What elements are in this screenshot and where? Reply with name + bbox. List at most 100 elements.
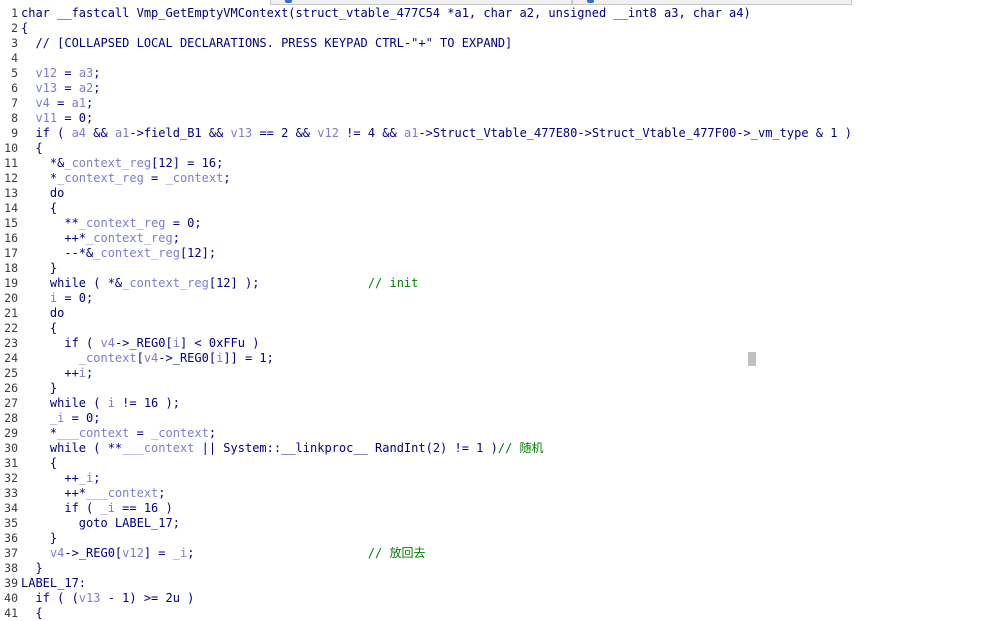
code-line[interactable]: 2{	[0, 21, 997, 36]
code-line[interactable]: 28 _i = 0;	[0, 411, 997, 426]
code-line[interactable]: 34 if ( _i == 16 )	[0, 501, 997, 516]
code-line[interactable]: 24 _context[v4->_REG0[i]] = 1;	[0, 351, 997, 366]
code-text: _context[v4->_REG0[i]] = 1;	[21, 351, 274, 366]
code-line[interactable]: 40 if ( (v13 - 1) >= 2u )	[0, 591, 997, 606]
code-token: LABEL_17:	[21, 576, 87, 590]
code-line[interactable]: 15 **_context_reg = 0;	[0, 216, 997, 231]
code-text: --*&_context_reg[12];	[21, 246, 216, 261]
code-text: }	[21, 261, 57, 276]
tab-pseudocode[interactable]	[270, 0, 572, 5]
code-line[interactable]: 31 {	[0, 456, 997, 471]
line-number: 31	[4, 456, 18, 470]
code-token: ++*	[21, 231, 87, 245]
code-variable: _context_reg	[93, 246, 180, 260]
code-token: [12];	[179, 246, 217, 260]
code-line[interactable]: 22 {	[0, 321, 997, 336]
code-text: ++*___context;	[21, 486, 166, 501]
code-text: ++_i;	[21, 471, 100, 486]
code-token: // [COLLAPSED LOCAL DECLARATIONS. PRESS …	[21, 36, 513, 50]
code-line[interactable]: 38 }	[0, 561, 997, 576]
code-line[interactable]: 17 --*&_context_reg[12];	[0, 246, 997, 261]
code-line[interactable]: 16 ++*_context_reg;	[0, 231, 997, 246]
code-token: != 16 );	[114, 396, 180, 410]
code-variable: v13	[21, 81, 58, 95]
line-number: 16	[4, 231, 18, 245]
line-number: 7	[11, 96, 18, 110]
code-line[interactable]: 27 while ( i != 16 );	[0, 396, 997, 411]
code-line[interactable]: 23 if ( v4->_REG0[i] < 0xFFu )	[0, 336, 997, 351]
code-token: ;	[223, 171, 231, 185]
code-line[interactable]: 21 do	[0, 306, 997, 321]
code-text: *_context_reg = _context;	[21, 171, 231, 186]
code-token: [	[136, 351, 144, 365]
code-token: char __fastcall Vmp_GetEmptyVMContext(st…	[21, 6, 751, 20]
code-line[interactable]: 39 LABEL_17:	[0, 576, 997, 591]
code-token: ;	[172, 231, 180, 245]
code-text: _i = 0;	[21, 411, 101, 426]
code-text: if ( (v13 - 1) >= 2u )	[21, 591, 194, 606]
line-number: 24	[4, 351, 18, 365]
code-token: }	[21, 561, 43, 575]
code-token: {	[21, 456, 58, 470]
line-number: 2	[11, 21, 18, 35]
code-line[interactable]: 6 v13 = a2;	[0, 81, 997, 96]
code-line[interactable]: 7 v4 = a1;	[0, 96, 997, 111]
code-comment: // 放回去	[367, 546, 426, 560]
code-line[interactable]: 5 v12 = a3;	[0, 66, 997, 81]
code-token: while (	[21, 396, 108, 410]
code-line[interactable]: 1 char __fastcall Vmp_GetEmptyVMContext(s…	[0, 6, 997, 21]
line-number: 10	[4, 141, 18, 155]
code-line[interactable]: 41 {	[0, 606, 997, 621]
code-line[interactable]: 37 v4->_REG0[v12] = _i; // 放回去	[0, 546, 997, 561]
code-variable: a1	[71, 96, 87, 110]
code-text: v4->_REG0[v12] = _i; // 放回去	[21, 546, 426, 561]
code-text: {	[21, 141, 42, 156]
code-variable: v12	[21, 66, 58, 80]
line-number: 9	[11, 126, 18, 140]
code-variable: v4	[21, 96, 50, 110]
line-number: 21	[4, 306, 18, 320]
code-token: == 16 )	[114, 501, 173, 515]
code-line[interactable]: 32 ++_i;	[0, 471, 997, 486]
code-line[interactable]: 18 }	[0, 261, 997, 276]
code-token: ;	[158, 486, 166, 500]
pseudocode-view[interactable]: 1 char __fastcall Vmp_GetEmptyVMContext(s…	[0, 6, 997, 621]
code-line[interactable]: 13 do	[0, 186, 997, 201]
code-line[interactable]: 3 // [COLLAPSED LOCAL DECLARATIONS. PRES…	[0, 36, 997, 51]
line-number: 29	[4, 426, 18, 440]
code-line[interactable]: 33 ++*___context;	[0, 486, 997, 501]
code-text: {	[21, 321, 57, 336]
code-variable: _context_reg	[122, 276, 209, 290]
line-number: 28	[4, 411, 18, 425]
code-variable: i	[21, 291, 58, 305]
code-line[interactable]: 10 {	[0, 141, 997, 156]
code-line[interactable]: 29 *___context = _context;	[0, 426, 997, 441]
tab-other[interactable]	[572, 0, 852, 5]
code-text: v11 = 0;	[21, 111, 93, 126]
code-variable: a1	[403, 126, 419, 140]
code-line[interactable]: 4	[0, 51, 997, 66]
line-number: 23	[4, 336, 18, 350]
code-line[interactable]: 14 {	[0, 201, 997, 216]
code-line[interactable]: 11 *&_context_reg[12] = 16;	[0, 156, 997, 171]
code-text: LABEL_17:	[21, 576, 86, 591]
code-token: = 0;	[57, 111, 94, 125]
code-token: do	[21, 186, 65, 200]
code-text: i = 0;	[21, 291, 93, 306]
code-line[interactable]: 30 while ( **___context || System::__lin…	[0, 441, 997, 456]
code-token: ;	[86, 366, 94, 380]
code-line[interactable]: 19 while ( *&_context_reg[12] ); // init	[0, 276, 997, 291]
code-line[interactable]: 26 }	[0, 381, 997, 396]
code-line[interactable]: 20 i = 0;	[0, 291, 997, 306]
code-comment: // init	[367, 276, 419, 290]
code-line[interactable]: 9 if ( a4 && a1->field_B1 && v13 == 2 &&…	[0, 126, 997, 141]
code-variable: v11	[21, 111, 58, 125]
code-line[interactable]: 8 v11 = 0;	[0, 111, 997, 126]
code-line[interactable]: 35 goto LABEL_17;	[0, 516, 997, 531]
code-line[interactable]: 12 *_context_reg = _context;	[0, 171, 997, 186]
code-line[interactable]: 25 ++i;	[0, 366, 997, 381]
code-token: ++	[21, 471, 79, 485]
code-variable: a2	[78, 81, 94, 95]
code-token: [12] );	[208, 276, 368, 290]
code-line[interactable]: 36 }	[0, 531, 997, 546]
